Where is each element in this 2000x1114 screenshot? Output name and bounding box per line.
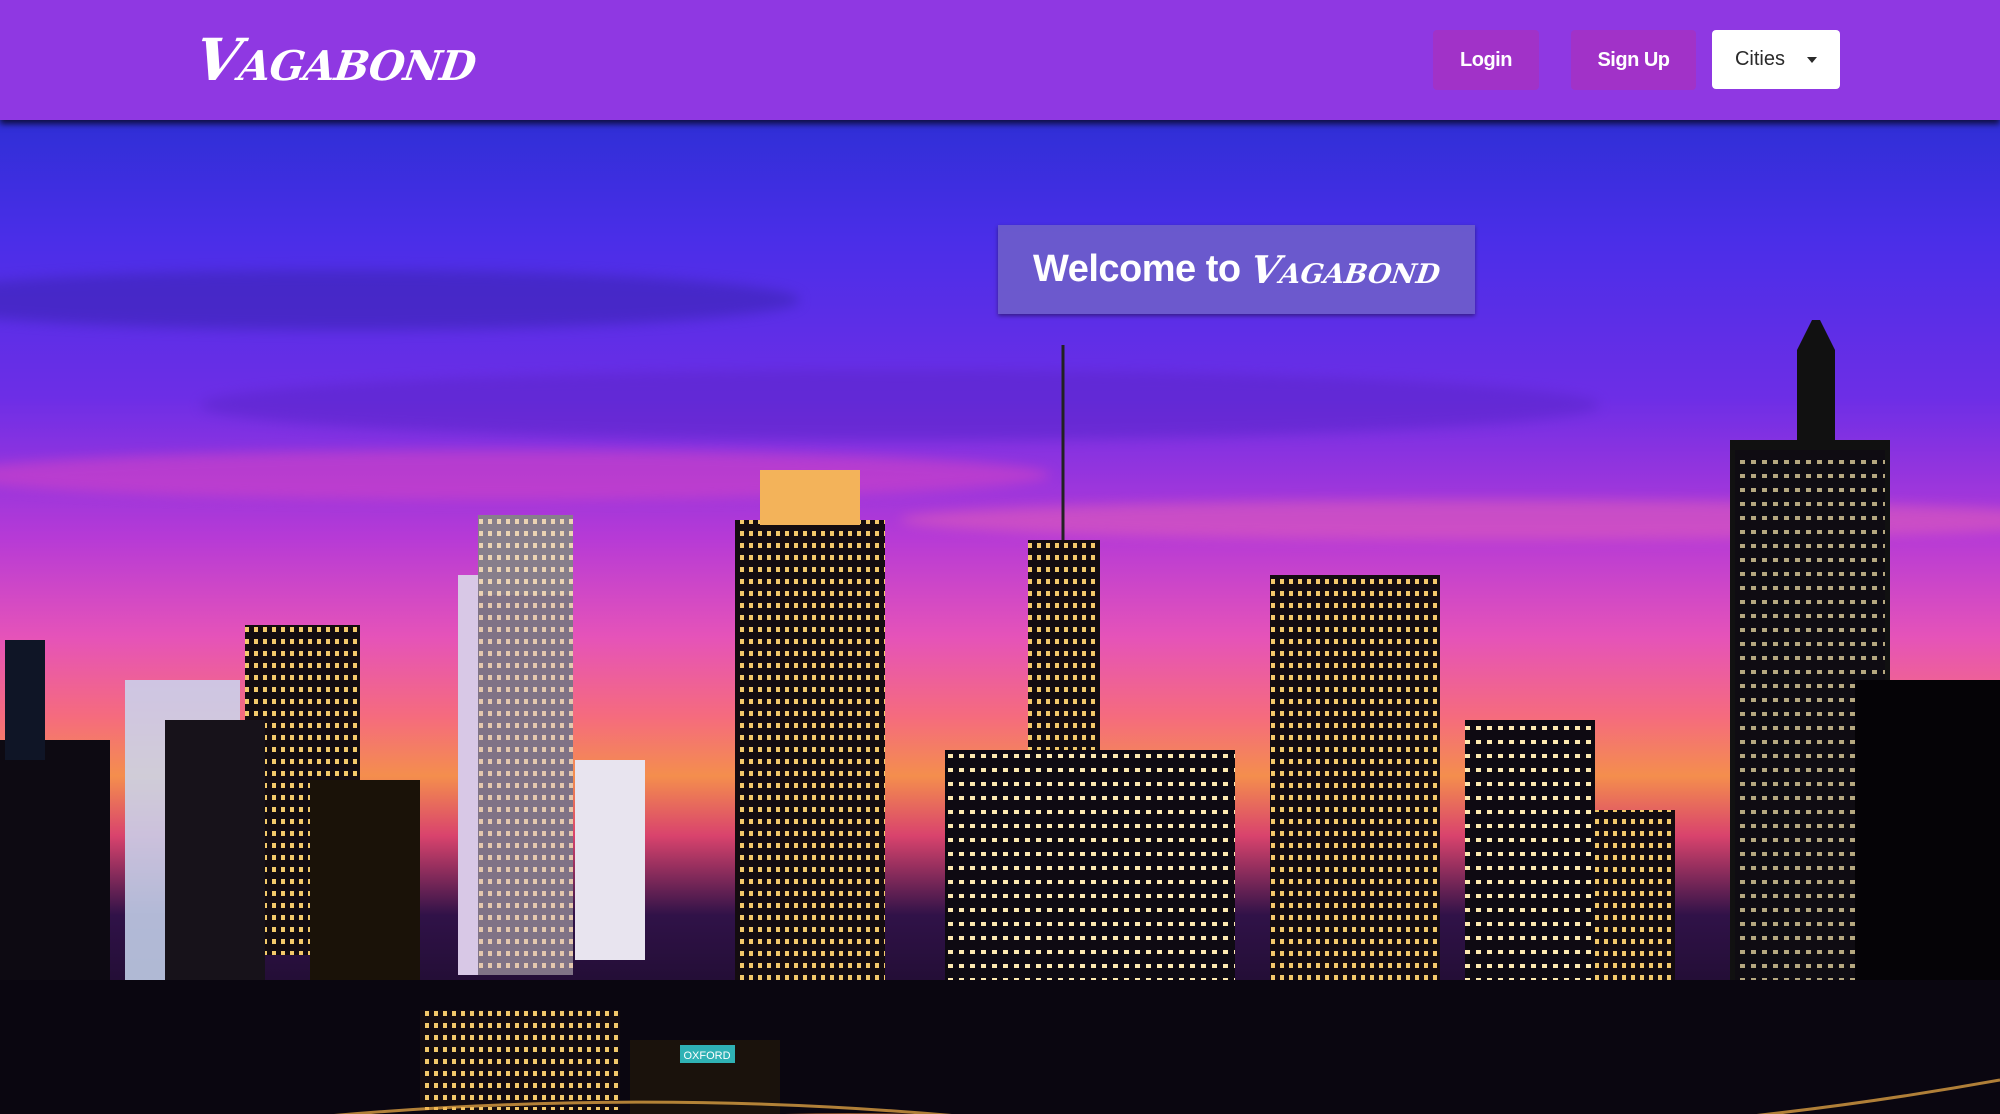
login-button[interactable]: Login [1433,30,1539,90]
welcome-brand: Vagabond [1247,247,1444,292]
oxford-sign: OXFORD [683,1050,730,1062]
welcome-banner: Welcome to Vagabond [998,225,1475,314]
cities-dropdown-label: Cities [1734,48,1785,70]
cities-dropdown[interactable]: Cities [1712,30,1840,89]
welcome-text: Welcome to [1033,248,1241,290]
chevron-down-icon [1807,56,1817,63]
signup-button[interactable]: Sign Up [1571,30,1696,90]
hero-section: OXFORD Welcome to Vagabond [0,120,2000,1114]
navbar: Vagabond Login Sign Up Cities [0,0,2000,120]
brand-logo[interactable]: Vagabond [191,26,480,94]
